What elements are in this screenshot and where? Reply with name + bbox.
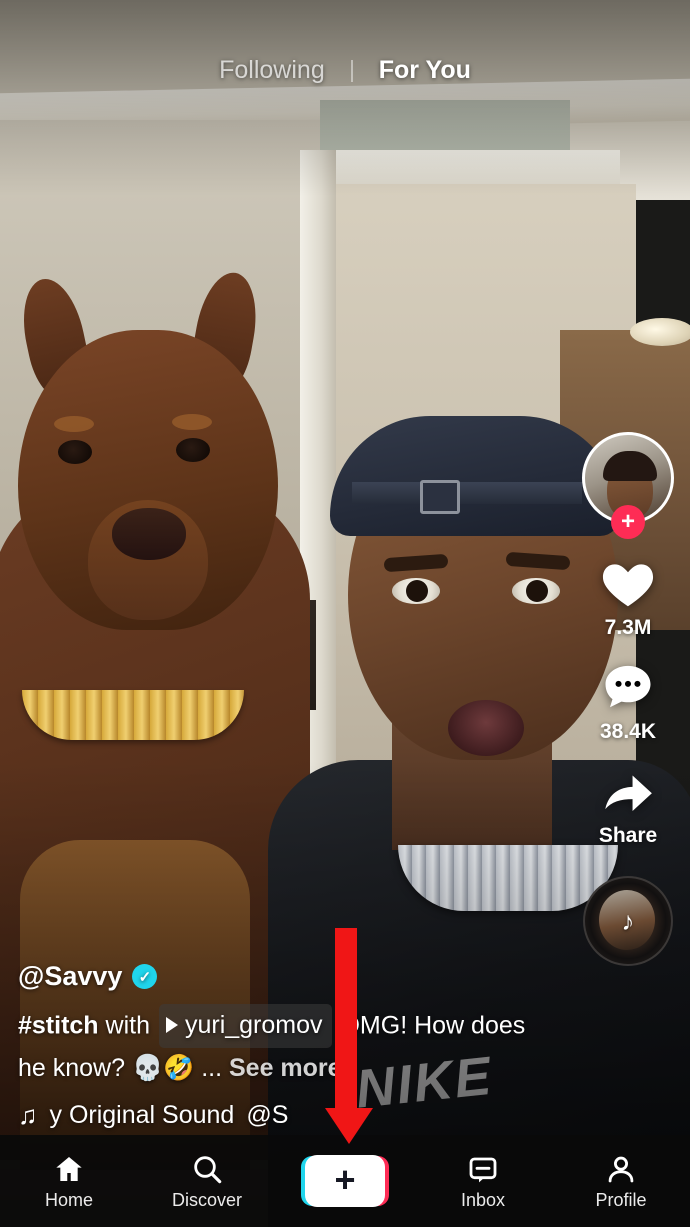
description-ellipsis: ...	[201, 1053, 223, 1082]
nav-item-profile[interactable]: Profile	[552, 1152, 690, 1211]
share-action[interactable]: Share	[599, 762, 657, 848]
nav-label-discover: Discover	[171, 1189, 242, 1210]
tab-for-you[interactable]: For You	[375, 54, 475, 87]
stitch-source-username: yuri_gromov	[184, 1011, 323, 1039]
tab-divider	[350, 59, 353, 82]
avatar[interactable]: +	[582, 432, 674, 539]
man-mouth	[448, 700, 524, 756]
man-pupil-left	[406, 580, 428, 602]
caption-block: @Savvy ✓ #stitch with yuri_gromov OMG! H…	[18, 961, 538, 1131]
like-action[interactable]: 7.3M	[599, 554, 657, 640]
man-pupil-right	[526, 580, 548, 602]
dog-eye-right	[176, 438, 210, 462]
dog-eye-left	[58, 440, 92, 464]
comment-count: 38.4K	[599, 720, 657, 743]
top-tab-bar: Following For You	[0, 54, 690, 87]
play-icon	[165, 1017, 178, 1034]
nav-item-discover[interactable]: Discover	[138, 1152, 276, 1211]
stitch-source-chip[interactable]: yuri_gromov	[158, 1004, 332, 1048]
dog-nose	[112, 508, 186, 560]
share-arrow-icon[interactable]	[599, 762, 657, 820]
dog-brow-left	[54, 416, 94, 432]
nav-item-create[interactable]: +	[276, 1155, 414, 1207]
nav-item-inbox[interactable]: Inbox	[414, 1152, 552, 1211]
avatar-hair	[603, 451, 657, 481]
heart-icon[interactable]	[599, 554, 657, 612]
cap-strap	[352, 482, 582, 504]
backwards-cap	[330, 416, 620, 536]
action-rail: + 7.3M 38.4K Share ♪	[580, 432, 676, 966]
tab-following[interactable]: Following	[215, 54, 329, 87]
music-note-icon: ♪	[621, 905, 635, 936]
dog-brow-right	[172, 414, 212, 430]
nav-item-home[interactable]: Home	[0, 1152, 138, 1211]
follow-button[interactable]: +	[611, 505, 645, 539]
share-label: Share	[598, 824, 658, 847]
tiktok-app-screen: NIKE Following For You + 7.3M 38.4K Shar…	[0, 0, 690, 1227]
creator-username[interactable]: @Savvy	[18, 961, 122, 992]
video-description[interactable]: #stitch with yuri_gromov OMG! How does h…	[18, 1004, 538, 1088]
inbox-icon[interactable]	[465, 1152, 501, 1186]
create-plus-icon: +	[334, 1158, 356, 1200]
search-icon[interactable]	[189, 1152, 225, 1186]
music-note-icon: ♫	[18, 1100, 38, 1130]
create-button[interactable]: +	[305, 1155, 385, 1207]
arrow-head	[325, 1108, 373, 1144]
music-author[interactable]: @S	[246, 1101, 288, 1130]
nav-label-home: Home	[44, 1189, 93, 1210]
music-row[interactable]: ♫ y Original Sound @S	[18, 1100, 538, 1131]
person-icon[interactable]	[603, 1152, 639, 1186]
creator-row[interactable]: @Savvy ✓	[18, 961, 538, 992]
comment-action[interactable]: 38.4K	[599, 658, 657, 744]
like-count: 7.3M	[604, 616, 652, 639]
door-header	[300, 150, 620, 184]
dog-gold-chain	[22, 690, 244, 740]
home-icon[interactable]	[51, 1152, 87, 1186]
bottom-navigation-bar: Home Discover + Inbox Profile	[0, 1135, 690, 1227]
annotation-arrow-icon	[325, 928, 373, 1144]
cap-buckle	[420, 480, 460, 514]
verified-badge-icon: ✓	[132, 964, 158, 989]
nav-label-inbox: Inbox	[460, 1189, 506, 1210]
music-title[interactable]: y Original Sound	[50, 1101, 235, 1130]
comment-icon[interactable]	[599, 658, 657, 716]
with-word: with	[105, 1011, 151, 1040]
nav-label-profile: Profile	[595, 1189, 647, 1210]
hashtag-stitch[interactable]: #stitch	[18, 1011, 99, 1039]
ceiling-light	[630, 318, 690, 346]
arrow-shaft	[335, 928, 357, 1108]
sound-disc[interactable]: ♪	[583, 876, 673, 966]
